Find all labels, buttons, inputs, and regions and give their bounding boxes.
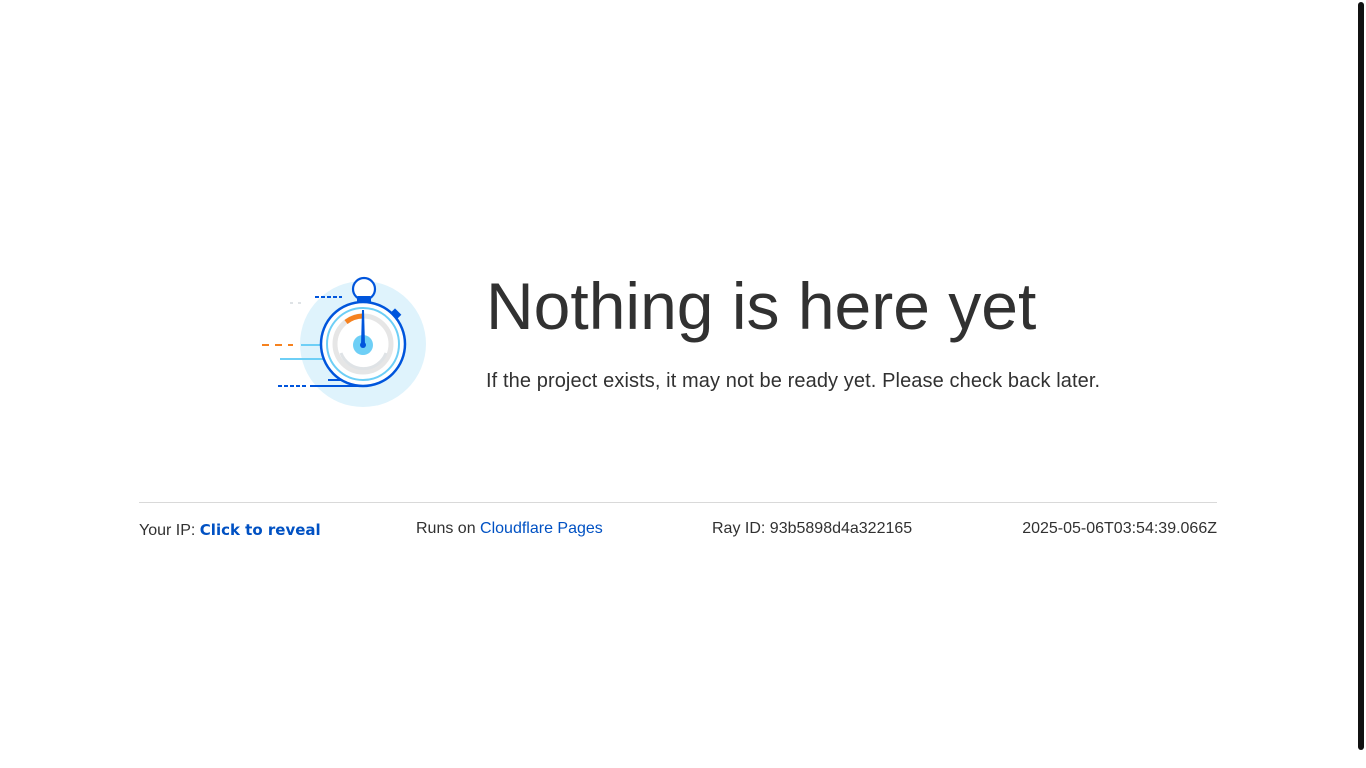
reveal-ip-button[interactable]: Click to reveal [200,521,321,539]
page-message: If the project exists, it may not be rea… [486,370,1101,392]
hero-section: Nothing is here yet If the project exist… [256,270,1156,415]
runs-on-label: Runs on [416,520,476,537]
your-ip: Your IP: Click to reveal [139,521,321,541]
timestamp: 2025-05-06T03:54:39.066Z [1022,520,1217,537]
ray-id: Ray ID: 93b5898d4a322165 [712,519,912,539]
ray-id-label: Ray ID: [712,520,766,537]
page: Nothing is here yet If the project exist… [0,0,1366,768]
page-title: Nothing is here yet [486,269,1037,343]
stopwatch-icon [256,270,431,415]
ip-label: Your IP: [139,522,196,539]
scrollbar[interactable] [1356,0,1366,768]
cloudflare-pages-link[interactable]: Cloudflare Pages [480,520,603,537]
runs-on: Runs on Cloudflare Pages [416,519,603,539]
ray-id-value: 93b5898d4a322165 [769,520,913,537]
scrollbar-thumb[interactable] [1358,2,1364,750]
footer: Your IP: Click to reveal Runs on Cloudfl… [139,502,1217,553]
